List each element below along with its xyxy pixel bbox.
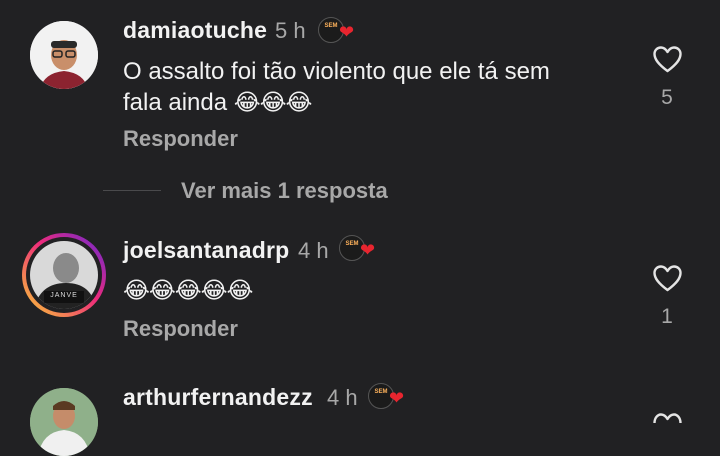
heart-outline-icon[interactable] xyxy=(653,413,682,430)
badge-text: SEM xyxy=(324,23,338,29)
comment-text-line2-words: fala ainda xyxy=(123,89,228,116)
avatar[interactable] xyxy=(30,21,98,89)
badge-text: SEM xyxy=(374,389,388,395)
like-count: 5 xyxy=(661,86,673,109)
creator-liked-heart-icon: ❤ xyxy=(339,22,355,42)
avatar-story-ring[interactable]: JANVE xyxy=(22,233,106,317)
creator-liked-heart-icon: ❤ xyxy=(389,388,405,408)
comment-time: 4 h xyxy=(298,238,329,263)
view-more-replies-button[interactable]: Ver mais 1 resposta xyxy=(181,178,388,204)
comment-text-line2: fala ainda 😂😂😂 xyxy=(123,87,550,118)
replies-divider-line xyxy=(103,190,161,191)
username[interactable]: joelsantanadrp xyxy=(123,237,289,264)
reply-button[interactable]: Responder xyxy=(123,126,238,152)
like-count: 1 xyxy=(661,305,673,328)
avatar[interactable] xyxy=(30,388,98,456)
comment-time: 5 h xyxy=(275,18,306,43)
heart-outline-icon[interactable] xyxy=(653,46,682,73)
badge-text: SEM xyxy=(345,241,359,247)
comment-text-line1: O assalto foi tão violento que ele tá se… xyxy=(123,58,550,85)
username[interactable]: arthurfernandezz xyxy=(123,384,313,411)
heart-outline-icon[interactable] xyxy=(653,265,682,292)
username[interactable]: damiaotuche xyxy=(123,17,267,44)
laughing-emoji-icons: 😂😂😂😂😂 xyxy=(123,277,253,303)
creator-liked-heart-icon: ❤ xyxy=(360,240,376,260)
laughing-emoji-icons: 😂😂😂 xyxy=(233,89,313,115)
avatar: JANVE xyxy=(30,241,98,309)
comment-text: 😂😂😂😂😂 xyxy=(123,275,253,306)
comment-text: O assalto foi tão violento que ele tá se… xyxy=(123,57,550,118)
comment-time: 4 h xyxy=(327,385,358,410)
avatar-caption: JANVE xyxy=(50,292,78,299)
reply-button[interactable]: Responder xyxy=(123,316,238,342)
